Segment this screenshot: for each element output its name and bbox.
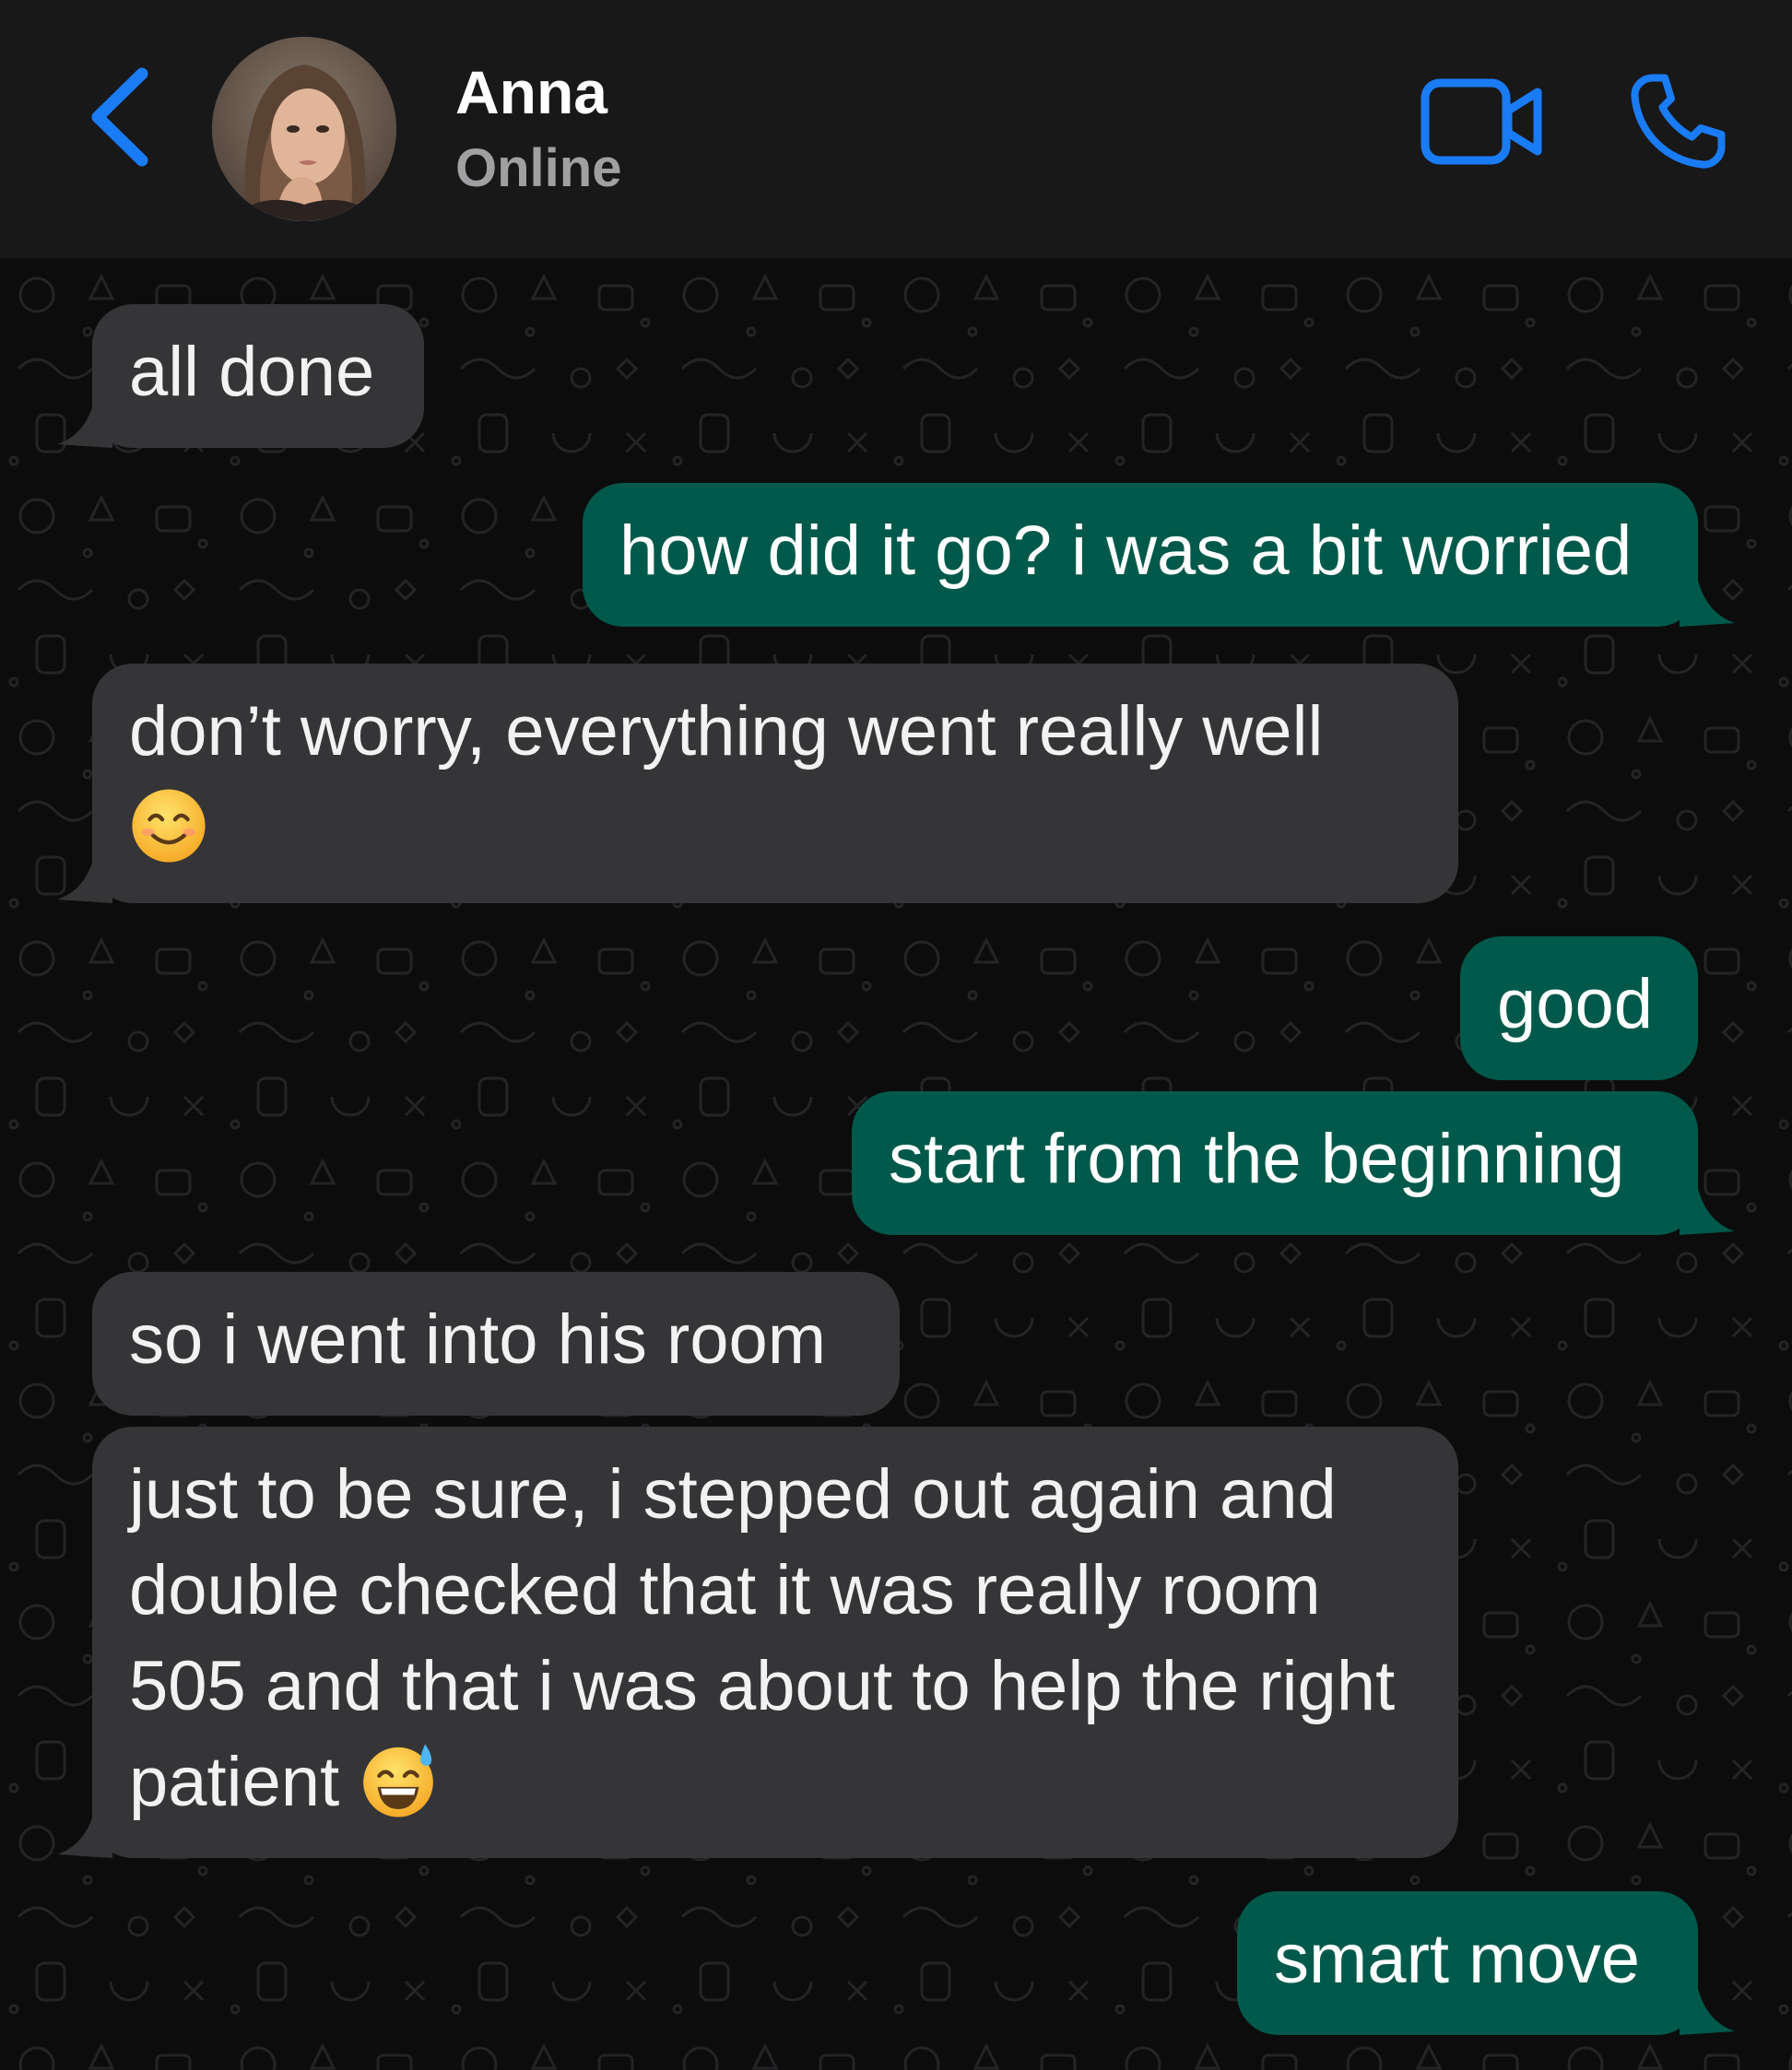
video-camera-icon bbox=[1421, 78, 1542, 165]
avatar-photo bbox=[212, 37, 396, 221]
message-bubble-incoming[interactable]: don’t worry, everything went really well bbox=[57, 664, 1458, 903]
message-text: don’t worry, everything went really well bbox=[129, 692, 1324, 770]
video-call-button[interactable] bbox=[1420, 76, 1545, 168]
message-bubble-outgoing[interactable]: good bbox=[1460, 936, 1698, 1080]
chat-header: Anna Online bbox=[0, 0, 1792, 258]
contact-name[interactable]: Anna bbox=[455, 57, 607, 127]
bubble-tail bbox=[57, 1812, 112, 1858]
message-text: just to be sure, i stepped out again and… bbox=[129, 1455, 1396, 1821]
bubble-tail bbox=[57, 857, 112, 903]
chevron-left-icon bbox=[91, 67, 148, 167]
message-bubble-incoming[interactable]: all done bbox=[57, 304, 424, 448]
message-text: smart move bbox=[1274, 1920, 1640, 1998]
chat-screen: Anna Online all done how did it go? i wa… bbox=[0, 0, 1792, 2070]
message-text: so i went into his room bbox=[129, 1300, 827, 1379]
smiling-face-with-smiling-eyes-emoji bbox=[132, 789, 206, 863]
message-list[interactable]: all done how did it go? i was a bit worr… bbox=[0, 258, 1792, 2070]
message-bubble-incoming[interactable]: so i went into his room bbox=[92, 1272, 900, 1416]
contact-status: Online bbox=[455, 138, 622, 198]
bubble-tail bbox=[1680, 581, 1735, 627]
message-bubble-outgoing[interactable]: start from the beginning bbox=[852, 1091, 1735, 1235]
message-text: how did it go? i was a bit worried bbox=[619, 512, 1633, 590]
voice-call-button[interactable] bbox=[1622, 66, 1733, 177]
message-text: start from the beginning bbox=[889, 1120, 1625, 1198]
bubble-tail bbox=[57, 402, 112, 448]
avatar[interactable] bbox=[212, 37, 396, 221]
message-text: good bbox=[1497, 965, 1654, 1043]
phone-icon bbox=[1631, 74, 1726, 169]
bubble-tail bbox=[1680, 1189, 1735, 1235]
bubble-tail bbox=[1680, 1989, 1735, 2035]
message-text: all done bbox=[129, 333, 375, 411]
message-bubble-incoming[interactable]: just to be sure, i stepped out again and… bbox=[57, 1427, 1458, 1858]
grinning-face-with-sweat-emoji bbox=[363, 1744, 434, 1817]
message-bubble-outgoing[interactable]: how did it go? i was a bit worried bbox=[583, 483, 1735, 627]
message-bubble-outgoing[interactable]: smart move bbox=[1237, 1891, 1735, 2035]
back-button[interactable] bbox=[76, 57, 177, 177]
